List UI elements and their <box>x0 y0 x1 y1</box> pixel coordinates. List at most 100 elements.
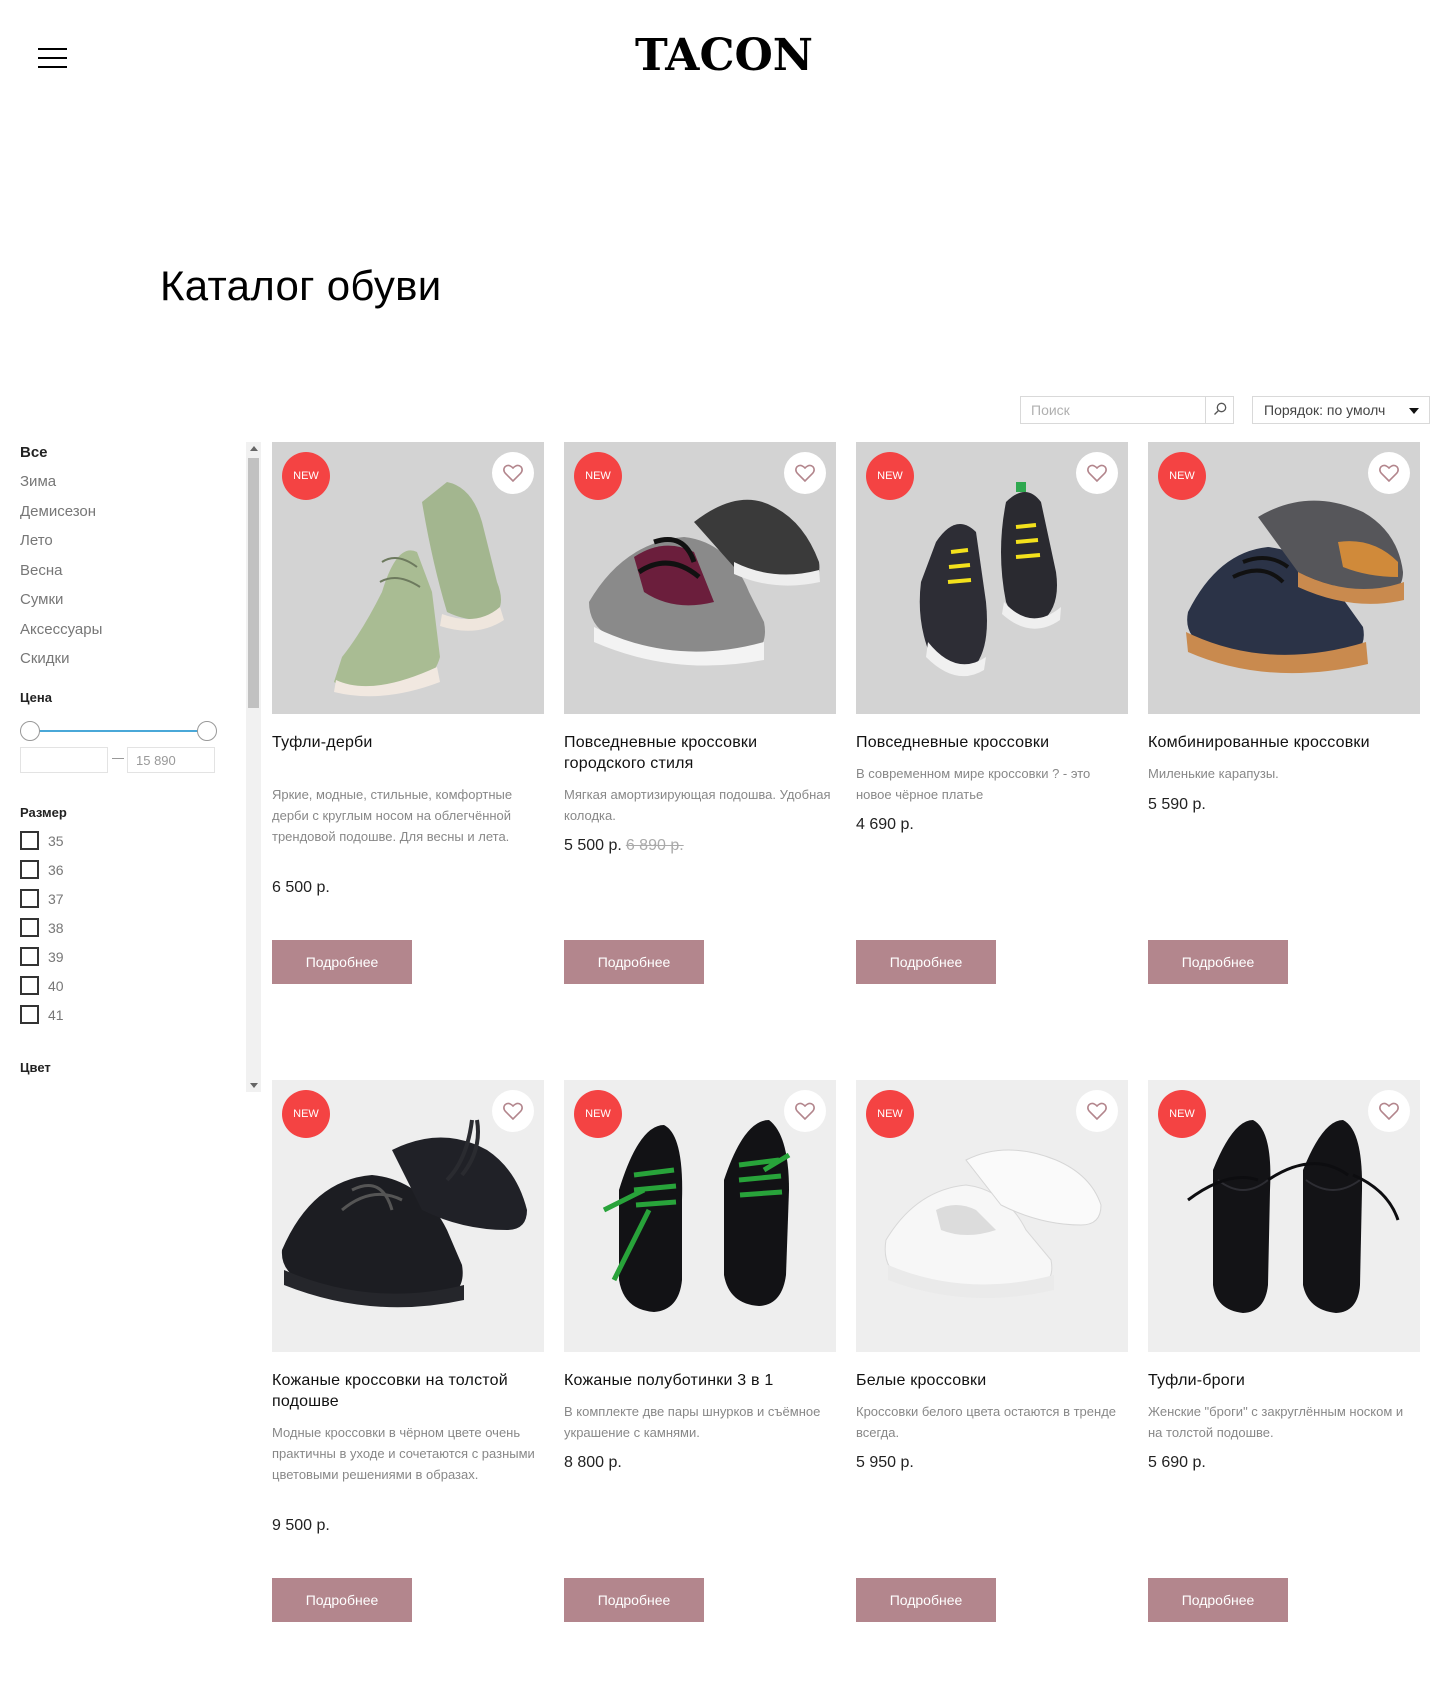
heart-icon[interactable] <box>492 1090 534 1132</box>
category-all[interactable]: Все <box>20 444 48 461</box>
scroll-up-icon[interactable] <box>250 446 258 451</box>
price-value: 5 500 р. <box>564 837 622 854</box>
heart-icon[interactable] <box>784 1090 826 1132</box>
chevron-down-icon <box>1409 408 1419 414</box>
price-value: 9 500 р. <box>272 1517 330 1534</box>
category-bags[interactable]: Сумки <box>20 591 63 608</box>
filter-sidebar: Все Зима Демисезон Лето Весна Сумки Аксе… <box>20 440 260 1092</box>
new-badge: NEW <box>282 1090 330 1138</box>
checkbox[interactable] <box>20 860 39 879</box>
size-filter-label: Размер <box>20 805 67 820</box>
checkbox[interactable] <box>20 918 39 937</box>
product-image[interactable]: NEW <box>856 1080 1128 1352</box>
checkbox[interactable] <box>20 947 39 966</box>
new-badge: NEW <box>282 452 330 500</box>
product-description: Мягкая амортизирующая подошва. Удобная к… <box>564 787 831 823</box>
product-image[interactable]: NEW <box>564 1080 836 1352</box>
product-image[interactable]: NEW <box>1148 1080 1420 1352</box>
logo[interactable]: TACON <box>0 30 1448 81</box>
new-badge: NEW <box>866 1090 914 1138</box>
page-title: Каталог обуви <box>160 262 442 309</box>
header: TACON <box>0 0 1448 115</box>
heart-icon[interactable] <box>492 452 534 494</box>
product-price: 9 500 р. <box>272 1517 330 1535</box>
category-accessories[interactable]: Аксессуары <box>20 621 102 638</box>
product-title[interactable]: Кожаные кроссовки на толстой подошве <box>272 1370 544 1412</box>
details-button[interactable]: Подробнее <box>272 940 412 984</box>
details-button[interactable]: Подробнее <box>856 940 996 984</box>
price-max-input[interactable]: 15 890 <box>127 747 215 773</box>
old-price: 6 890 р. <box>625 837 684 854</box>
price-min-handle[interactable] <box>20 721 40 741</box>
heart-icon[interactable] <box>1368 452 1410 494</box>
price-min-input[interactable] <box>20 747 108 773</box>
price-value: 5 950 р. <box>856 1454 914 1471</box>
size-label: 35 <box>48 833 64 849</box>
sort-select[interactable]: Порядок: по умолч <box>1252 396 1430 424</box>
details-button[interactable]: Подробнее <box>1148 1578 1288 1622</box>
category-spring[interactable]: Весна <box>20 562 62 579</box>
size-label: 41 <box>48 1007 64 1023</box>
checkbox[interactable] <box>20 976 39 995</box>
checkbox[interactable] <box>20 889 39 908</box>
product-title[interactable]: Кожаные полуботинки 3 в 1 <box>564 1370 836 1391</box>
product-image[interactable]: NEW <box>564 442 836 714</box>
product-title[interactable]: Повседневные кроссовки городского стиля <box>564 732 836 774</box>
sort-label: Порядок: по умолч <box>1264 402 1386 418</box>
product-description: Женские "броги" с закруглённым носком и … <box>1148 1404 1404 1440</box>
new-badge: NEW <box>574 1090 622 1138</box>
price-filter-label: Цена <box>20 690 52 705</box>
heart-icon[interactable] <box>1076 452 1118 494</box>
product-price: 5 500 р. 6 890 р. <box>564 837 684 855</box>
category-summer[interactable]: Лето <box>20 532 53 549</box>
details-button[interactable]: Подробнее <box>856 1578 996 1622</box>
product-title[interactable]: Повседневные кроссовки <box>856 732 1128 753</box>
size-label: 37 <box>48 891 64 907</box>
product-description: В комплекте две пары шнурков и съёмное у… <box>564 1404 821 1440</box>
scrollbar-thumb[interactable] <box>248 458 259 708</box>
product-title[interactable]: Туфли-броги <box>1148 1370 1420 1391</box>
product-image[interactable]: NEW <box>272 442 544 714</box>
product-description: Модные кроссовки в чёрном цвете очень пр… <box>272 1425 535 1482</box>
product-title[interactable]: Туфли-дерби <box>272 732 544 753</box>
price-slider-track[interactable] <box>30 730 207 732</box>
price-value: 4 690 р. <box>856 816 914 833</box>
checkbox[interactable] <box>20 831 39 850</box>
heart-icon[interactable] <box>1076 1090 1118 1132</box>
product-description: Миленькие карапузы. <box>1148 766 1279 781</box>
product-title[interactable]: Белые кроссовки <box>856 1370 1128 1391</box>
price-value: 5 590 р. <box>1148 796 1206 813</box>
details-button[interactable]: Подробнее <box>564 1578 704 1622</box>
heart-icon[interactable] <box>784 452 826 494</box>
color-filter-label: Цвет <box>20 1060 51 1075</box>
product-price: 8 800 р. <box>564 1454 622 1472</box>
size-label: 36 <box>48 862 64 878</box>
search-icon[interactable] <box>1205 397 1233 423</box>
product-image[interactable]: NEW <box>1148 442 1420 714</box>
checkbox[interactable] <box>20 1005 39 1024</box>
product-price: 5 690 р. <box>1148 1454 1206 1472</box>
details-button[interactable]: Подробнее <box>564 940 704 984</box>
heart-icon[interactable] <box>1368 1090 1410 1132</box>
size-label: 39 <box>48 949 64 965</box>
product-description: Кроссовки белого цвета остаются в тренде… <box>856 1404 1117 1440</box>
product-price: 5 950 р. <box>856 1454 914 1472</box>
category-winter[interactable]: Зима <box>20 473 56 490</box>
scroll-down-icon[interactable] <box>250 1083 258 1088</box>
product-image[interactable]: NEW <box>856 442 1128 714</box>
new-badge: NEW <box>1158 1090 1206 1138</box>
price-value: 5 690 р. <box>1148 1454 1206 1471</box>
product-description: В современном мире кроссовки ? - это нов… <box>856 766 1091 802</box>
details-button[interactable]: Подробнее <box>272 1578 412 1622</box>
category-demiseason[interactable]: Демисезон <box>20 503 96 520</box>
product-price: 5 590 р. <box>1148 796 1206 814</box>
product-price: 4 690 р. <box>856 816 914 834</box>
price-max-handle[interactable] <box>197 721 217 741</box>
product-title[interactable]: Комбинированные кроссовки <box>1148 732 1420 753</box>
details-button[interactable]: Подробнее <box>1148 940 1288 984</box>
category-sale[interactable]: Скидки <box>20 650 69 667</box>
product-image[interactable]: NEW <box>272 1080 544 1352</box>
sidebar-scrollbar[interactable] <box>246 442 261 1092</box>
search-input[interactable] <box>1021 397 1207 423</box>
price-range-dash <box>112 758 124 759</box>
